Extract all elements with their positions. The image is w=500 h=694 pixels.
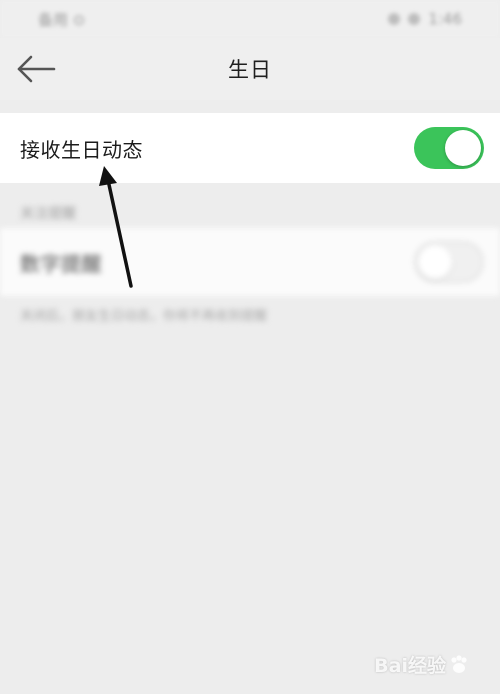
annotation-arrow	[99, 166, 133, 288]
reminder-label: 数字提醒	[20, 251, 102, 276]
baidu-watermark: Bai经验	[374, 651, 470, 678]
page-title: 生日	[228, 58, 272, 82]
status-bar: 备用 ⊙ 1:46	[0, 0, 500, 38]
arrow-left-icon	[17, 55, 56, 83]
birthday-updates-toggle[interactable]	[414, 127, 484, 169]
birthday-updates-row: 接收生日动态	[0, 113, 500, 183]
signal-icon	[388, 13, 401, 25]
reminder-row: 数字提醒	[0, 228, 500, 296]
status-left-text: 备用 ⊙	[38, 10, 86, 29]
status-right: 1:46	[388, 10, 462, 28]
toggle-knob	[418, 245, 452, 279]
reminder-section-header: 关注提醒	[20, 206, 76, 222]
birthday-updates-label: 接收生日动态	[20, 137, 143, 162]
status-time: 1:46	[428, 10, 462, 28]
watermark-text: Bai经验	[374, 655, 446, 677]
battery-icon	[408, 13, 421, 25]
reminder-hint: 关闭后，朋友生日动态，你将不再收到提醒	[20, 309, 268, 324]
back-button[interactable]	[14, 48, 58, 90]
reminder-toggle[interactable]	[414, 241, 484, 283]
header: 生日	[0, 38, 500, 100]
screen: 备用 ⊙ 1:46 生日 接收生日动态 关注提醒 数字提醒 关闭后，朋友生日动态…	[0, 0, 500, 694]
paw-icon	[451, 654, 467, 673]
toggle-knob	[445, 130, 481, 166]
